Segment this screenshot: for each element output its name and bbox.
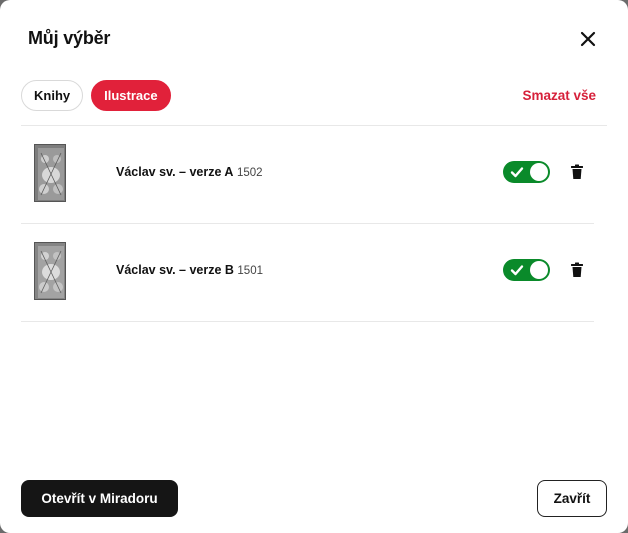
trash-icon[interactable] [570, 164, 584, 180]
selection-list: Václav sv. – verze A 1502 Václav sv. – v… [21, 126, 594, 322]
trash-icon[interactable] [570, 262, 584, 278]
tab-illustrations[interactable]: Ilustrace [91, 80, 171, 111]
item-name: Václav sv. – verze B [116, 263, 234, 277]
clear-all-button[interactable]: Smazat vše [522, 88, 596, 103]
list-item: Václav sv. – verze A 1502 [21, 126, 594, 224]
check-icon [510, 265, 524, 276]
illustration-thumbnail[interactable] [34, 144, 66, 202]
item-title: Václav sv. – verze B 1501 [116, 263, 263, 277]
item-title: Václav sv. – verze A 1502 [116, 165, 263, 179]
include-toggle[interactable] [503, 161, 550, 183]
illustration-image [35, 145, 65, 201]
selection-modal: Můj výběr Knihy Ilustrace Smazat vše Vác… [0, 0, 628, 533]
item-year: 1501 [237, 265, 263, 277]
trash-icon-glyph [571, 262, 583, 277]
close-button[interactable]: Zavřít [537, 480, 607, 517]
illustration-image [35, 243, 65, 299]
toggle-knob [530, 163, 548, 181]
tab-illustrations-label: Ilustrace [104, 88, 158, 103]
trash-icon-glyph [571, 164, 583, 179]
close-icon[interactable] [576, 27, 600, 51]
close-icon-glyph [580, 31, 596, 47]
tab-books[interactable]: Knihy [21, 80, 84, 111]
tab-books-label: Knihy [34, 88, 71, 103]
toggle-knob [530, 261, 548, 279]
list-item: Václav sv. – verze B 1501 [21, 224, 594, 322]
tab-group: Knihy Ilustrace [21, 80, 171, 111]
include-toggle[interactable] [503, 259, 550, 281]
illustration-thumbnail[interactable] [34, 242, 66, 300]
item-name: Václav sv. – verze A [116, 165, 234, 179]
check-icon [510, 167, 524, 178]
item-year: 1502 [236, 167, 263, 179]
open-in-mirador-button[interactable]: Otevřít v Miradoru [21, 480, 178, 517]
modal-title: Můj výběr [28, 28, 111, 48]
